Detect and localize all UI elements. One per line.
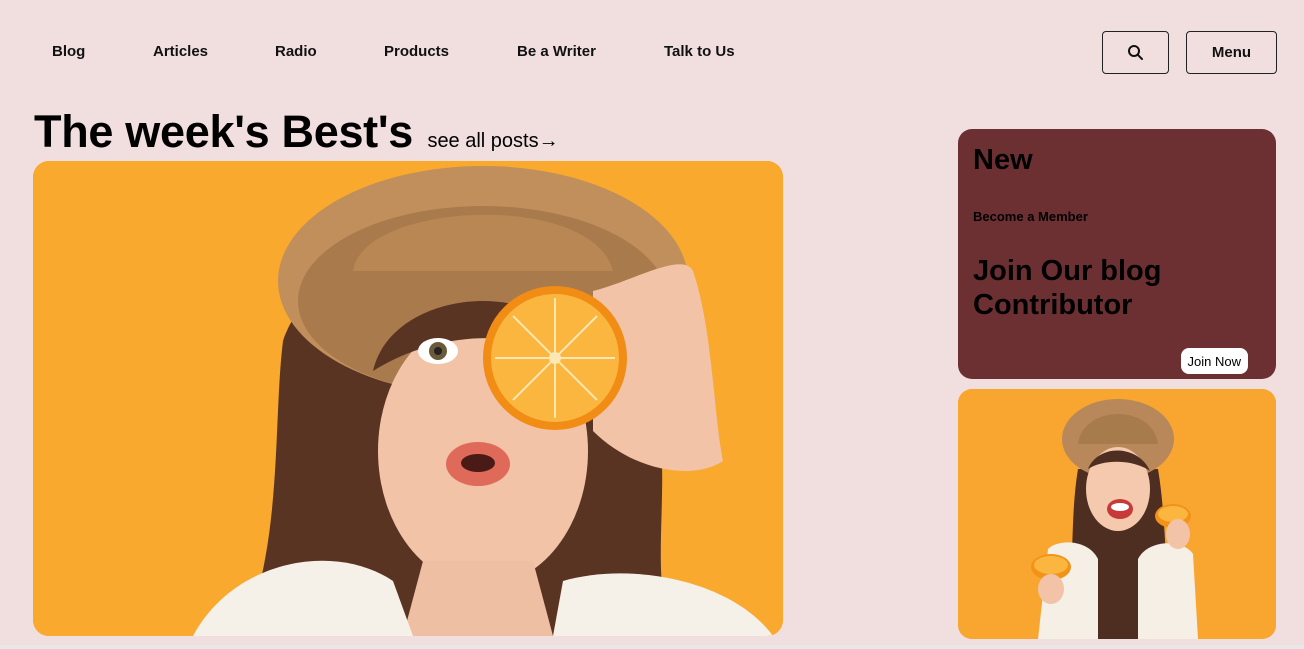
page-title: The week's Best's [34,106,413,157]
see-all-posts-link[interactable]: see all posts→ [427,130,558,153]
join-now-button[interactable]: Join Now [1180,348,1248,374]
promo-title: Join Our blog Contributor [973,255,1162,321]
thumbnail-image[interactable] [958,389,1276,639]
section-heading: The week's Best's see all posts→ [34,106,559,158]
menu-button[interactable]: Menu [1186,31,1277,74]
nav-products[interactable]: Products [384,43,449,60]
nav-radio[interactable]: Radio [275,43,317,60]
new-badge: New [973,144,1033,176]
nav-articles[interactable]: Articles [153,43,208,60]
nav-talk-to-us[interactable]: Talk to Us [664,43,735,60]
search-button[interactable] [1102,31,1169,74]
nav-blog[interactable]: Blog [52,43,85,60]
thumbnail-photo [958,389,1276,639]
hero-image[interactable] [33,161,783,636]
nav-be-a-writer[interactable]: Be a Writer [517,43,596,60]
hero-photo [33,161,783,636]
search-icon [1128,45,1143,60]
page-bottom-border [0,645,1304,649]
become-member-label: Become a Member [973,209,1088,224]
membership-card: New Become a Member Join Our blog Contri… [958,129,1276,379]
